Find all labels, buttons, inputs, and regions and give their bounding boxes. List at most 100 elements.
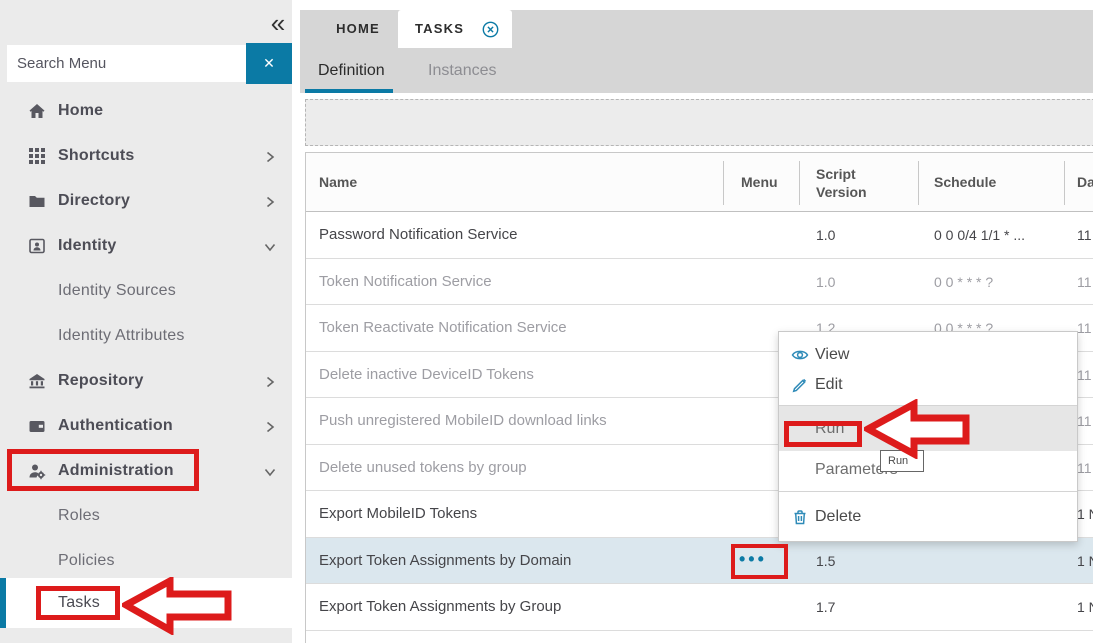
- cell-schedule: 0 0 * * * ?: [934, 259, 993, 305]
- run-tooltip: Run: [880, 450, 924, 472]
- folder-icon: [28, 192, 46, 210]
- chevron-right-icon: [264, 375, 276, 387]
- cell-script-version: 1.0: [816, 259, 835, 305]
- cell-name: Delete unused tokens by group: [319, 445, 527, 491]
- column-header-date[interactable]: Date: [1077, 174, 1093, 190]
- row-actions-menu-button[interactable]: •••: [739, 538, 767, 584]
- menu-item-delete[interactable]: Delete: [779, 498, 1077, 536]
- row-context-menu: View Edit Run Parameters: [778, 331, 1078, 542]
- sidebar-item-repository[interactable]: Repository: [0, 359, 292, 403]
- home-icon: [28, 102, 46, 120]
- active-tab-underline: [305, 89, 393, 93]
- column-separator: [1064, 161, 1065, 205]
- sidebar-item-directory[interactable]: Directory: [0, 179, 292, 223]
- cell-script-version: 1.0: [816, 212, 835, 258]
- sidebar-item-tasks[interactable]: Tasks: [0, 578, 292, 628]
- menu-item-edit[interactable]: Edit: [779, 370, 1077, 400]
- user-gear-icon: [28, 462, 46, 480]
- table-header: Name Menu Script Version Schedule Date: [306, 153, 1093, 212]
- cell-date: 11: [1077, 212, 1092, 258]
- chevron-right-icon: [264, 420, 276, 432]
- column-header-menu[interactable]: Menu: [741, 174, 778, 190]
- cell-name: Export Token Assignments by Domain: [319, 538, 571, 584]
- sidebar-collapse-icon[interactable]: «: [264, 8, 292, 38]
- column-separator: [918, 161, 919, 205]
- cell-script-version: 1.7: [816, 584, 835, 630]
- cell-date: 1 N: [1077, 538, 1093, 584]
- cell-name: Export Token Assignments by Group: [319, 584, 561, 630]
- subtab-bar: [300, 48, 1093, 93]
- sidebar-item-label: Identity: [58, 224, 117, 268]
- menu-item-label: Run: [815, 406, 844, 451]
- pencil-icon: [791, 376, 809, 394]
- search-input[interactable]: [7, 45, 246, 82]
- chevron-right-icon: [264, 195, 276, 207]
- trash-icon: [791, 508, 809, 526]
- close-tab-icon[interactable]: [482, 21, 499, 38]
- menu-item-label: Edit: [815, 370, 843, 400]
- cell-date: 1 N: [1077, 491, 1093, 537]
- sidebar-item-roles[interactable]: Roles: [0, 494, 292, 538]
- tab-tasks[interactable]: TASKS: [398, 10, 512, 48]
- sidebar-item-home[interactable]: Home: [0, 89, 292, 133]
- wallet-icon: [28, 417, 46, 435]
- tab-definition[interactable]: Definition: [318, 48, 385, 93]
- column-header-name[interactable]: Name: [319, 174, 357, 190]
- sidebar-item-policies[interactable]: Policies: [0, 539, 292, 583]
- cell-name: Token Notification Service: [319, 259, 492, 305]
- table-row[interactable]: Export Token Assignments by Group 1.7 1 …: [306, 584, 1093, 631]
- sidebar-item-label: Authentication: [58, 404, 173, 448]
- eye-icon: [791, 346, 809, 364]
- menu-item-parameters[interactable]: Parameters: [779, 451, 1077, 488]
- sidebar-item-label: Shortcuts: [58, 134, 134, 178]
- cell-name: Delete inactive DeviceID Tokens: [319, 352, 534, 398]
- menu-item-run[interactable]: Run: [779, 406, 1077, 451]
- sidebar-item-identity-sources[interactable]: Identity Sources: [0, 269, 292, 313]
- search-clear-button[interactable]: ✕: [246, 43, 292, 84]
- table-row[interactable]: Token Notification Service 1.0 0 0 * * *…: [306, 259, 1093, 306]
- cell-date: 11: [1077, 305, 1092, 351]
- app-window: « ✕ Home Shortcuts: [0, 0, 1093, 643]
- cell-schedule: 0 0 0/4 1/1 * ...: [934, 212, 1025, 258]
- sidebar-item-identity[interactable]: Identity: [0, 224, 292, 268]
- tab-home[interactable]: HOME: [318, 10, 398, 48]
- column-header-script-version[interactable]: Script Version: [816, 165, 880, 201]
- sidebar-item-label: Repository: [58, 359, 144, 403]
- id-badge-icon: [28, 237, 46, 255]
- cell-date: 11: [1077, 445, 1092, 491]
- tab-instances[interactable]: Instances: [428, 48, 496, 93]
- menu-item-label: View: [815, 340, 849, 370]
- sidebar-item-label: Policies: [58, 539, 115, 583]
- chevron-right-icon: [264, 150, 276, 162]
- column-header-schedule[interactable]: Schedule: [934, 174, 996, 190]
- cell-name: Export MobileID Tokens: [319, 491, 477, 537]
- cell-name: Token Reactivate Notification Service: [319, 305, 567, 351]
- cell-date: 1 N: [1077, 584, 1093, 630]
- column-separator: [723, 161, 724, 205]
- chevron-down-icon: [264, 465, 276, 477]
- sidebar-item-administration[interactable]: Administration: [0, 449, 292, 493]
- menu-item-view[interactable]: View: [779, 340, 1077, 370]
- selected-indicator-bar: [0, 578, 6, 628]
- table-row[interactable]: Password Notification Service 1.0 0 0 0/…: [306, 212, 1093, 259]
- cell-date: 11: [1077, 352, 1092, 398]
- tab-tasks-label: TASKS: [415, 10, 464, 48]
- sidebar-item-label: Home: [58, 89, 103, 133]
- sidebar-item-identity-attributes[interactable]: Identity Attributes: [0, 314, 292, 358]
- cell-date: 11: [1077, 259, 1092, 305]
- column-separator: [799, 161, 800, 205]
- grid-icon: [28, 147, 46, 165]
- sidebar-item-label: Administration: [58, 449, 174, 493]
- menu-item-label: Delete: [815, 498, 861, 536]
- table-row-selected[interactable]: Export Token Assignments by Domain ••• 1…: [306, 538, 1093, 585]
- sidebar-item-shortcuts[interactable]: Shortcuts: [0, 134, 292, 178]
- cell-name: Password Notification Service: [319, 212, 517, 258]
- sidebar-item-label: Roles: [58, 494, 100, 538]
- toolbar-drop-area: [305, 99, 1093, 146]
- sidebar-item-label: Tasks: [58, 578, 100, 628]
- sidebar-item-label: Identity Sources: [58, 269, 176, 313]
- sidebar: « ✕ Home Shortcuts: [0, 0, 292, 643]
- bank-icon: [28, 372, 46, 390]
- sidebar-item-authentication[interactable]: Authentication: [0, 404, 292, 448]
- sidebar-item-label: Identity Attributes: [58, 314, 185, 358]
